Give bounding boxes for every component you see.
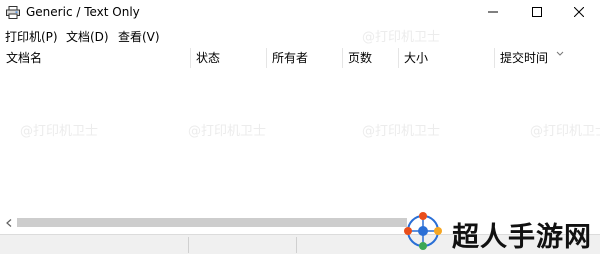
chevron-down-icon [556,46,564,60]
logo-text: 超人手游网 [452,222,592,253]
menu-printer[interactable]: 打印机(P) [5,28,58,45]
column-submitted[interactable]: 提交时间 [494,46,600,70]
watermark: @打印机卫士 [188,124,267,139]
close-icon [573,6,585,20]
status-divider [296,237,297,253]
menu-document[interactable]: 文档(D) [66,28,109,45]
printer-icon [6,6,20,19]
column-document-name[interactable]: 文档名 [0,46,190,70]
menu-bar: 打印机(P) 文档(D) 查看(V) [0,26,600,46]
watermark: @打印机卫士 [362,124,441,139]
status-divider [188,237,189,253]
watermark: @打印机卫士 [362,30,441,45]
print-queue-list[interactable]: @打印机卫士 @打印机卫士 @打印机卫士 @打印机卫士 @打印机卫士 [0,30,600,214]
minimize-icon [488,6,498,20]
scrollbar-thumb[interactable] [17,218,407,227]
maximize-icon [532,6,542,20]
column-header: 文档名 状态 所有者 页数 大小 提交时间 [0,46,600,70]
menu-view[interactable]: 查看(V) [118,28,160,45]
column-owner[interactable]: 所有者 [266,46,342,70]
column-pages[interactable]: 页数 [342,46,398,70]
minimize-button[interactable] [470,0,516,26]
column-size[interactable]: 大小 [398,46,494,70]
maximize-button[interactable] [514,0,560,26]
window-title: Generic / Text Only [26,5,140,19]
logo-icon [402,210,444,252]
site-logo: 超人手游网 [400,206,600,254]
scroll-left-icon[interactable] [0,214,17,231]
title-bar: Generic / Text Only [0,0,600,26]
watermark: @打印机卫士 [20,124,99,139]
watermark: @打印机卫士 [530,124,600,139]
column-status[interactable]: 状态 [190,46,266,70]
close-button[interactable] [556,0,600,26]
